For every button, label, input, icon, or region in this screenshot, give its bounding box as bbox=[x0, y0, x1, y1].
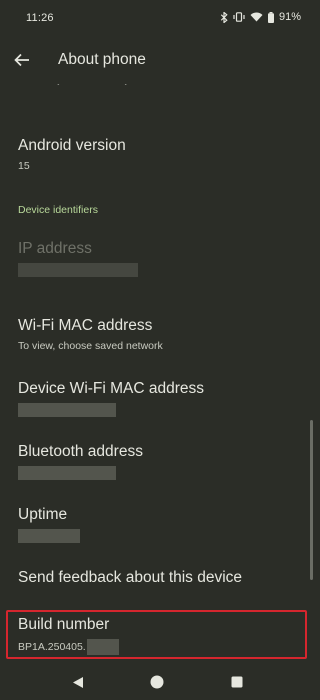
back-button[interactable] bbox=[10, 48, 34, 72]
uptime-item[interactable]: Uptime bbox=[18, 505, 298, 543]
redaction-block bbox=[18, 466, 116, 480]
send-feedback-item[interactable]: Send feedback about this device bbox=[18, 568, 298, 587]
scrollbar[interactable] bbox=[310, 420, 313, 580]
section-header-device-identifiers: Device identifiers bbox=[18, 204, 98, 216]
uptime-value-redacted bbox=[18, 529, 298, 543]
top-app-bar: About phone bbox=[0, 36, 315, 84]
nav-home-button[interactable] bbox=[149, 674, 165, 690]
back-triangle-icon bbox=[73, 676, 83, 688]
home-circle-icon bbox=[150, 675, 164, 689]
wifi-mac-label: Wi-Fi MAC address bbox=[18, 317, 153, 334]
screen: IMEI (sim slot 2) Android version 15 Dev… bbox=[0, 0, 315, 700]
ip-address-item: IP address bbox=[18, 239, 298, 277]
vibrate-icon bbox=[233, 12, 245, 22]
bluetooth-address-item[interactable]: Bluetooth address bbox=[18, 442, 298, 480]
redaction-block bbox=[18, 263, 138, 277]
recents-square-icon bbox=[231, 676, 243, 688]
build-number-highlight bbox=[6, 610, 307, 659]
redaction-block bbox=[18, 529, 80, 543]
battery-percent: 91% bbox=[278, 11, 301, 23]
wifi-mac-item[interactable]: Wi-Fi MAC address To view, choose saved … bbox=[18, 316, 298, 353]
bluetooth-address-value-redacted bbox=[18, 466, 298, 480]
android-version-value: 15 bbox=[18, 160, 30, 172]
send-feedback-label: Send feedback about this device bbox=[18, 569, 243, 586]
nav-back-button[interactable] bbox=[70, 674, 86, 690]
page-title: About phone bbox=[58, 51, 146, 68]
uptime-label: Uptime bbox=[18, 506, 68, 523]
settings-list[interactable]: IMEI (sim slot 2) Android version 15 Dev… bbox=[0, 0, 315, 700]
device-wifi-mac-item[interactable]: Device Wi-Fi MAC address bbox=[18, 379, 298, 417]
bluetooth-address-label: Bluetooth address bbox=[18, 443, 143, 460]
ip-address-label: IP address bbox=[18, 240, 92, 257]
status-time: 11:26 bbox=[26, 12, 54, 24]
android-version-item[interactable]: Android version 15 bbox=[18, 136, 298, 173]
redaction-block bbox=[18, 403, 116, 417]
device-wifi-mac-value-redacted bbox=[18, 403, 298, 417]
navigation-bar bbox=[0, 664, 315, 700]
arrow-left-icon bbox=[14, 53, 29, 67]
status-icons: 91% bbox=[220, 11, 301, 23]
wifi-icon bbox=[250, 12, 263, 22]
battery-icon bbox=[267, 11, 274, 23]
ip-address-value-redacted bbox=[18, 263, 298, 277]
android-version-label: Android version bbox=[18, 137, 126, 154]
bluetooth-icon bbox=[220, 11, 228, 23]
device-wifi-mac-label: Device Wi-Fi MAC address bbox=[18, 380, 205, 397]
nav-recents-button[interactable] bbox=[229, 674, 245, 690]
status-bar: 11:26 91% bbox=[0, 0, 315, 36]
wifi-mac-value: To view, choose saved network bbox=[18, 340, 163, 352]
